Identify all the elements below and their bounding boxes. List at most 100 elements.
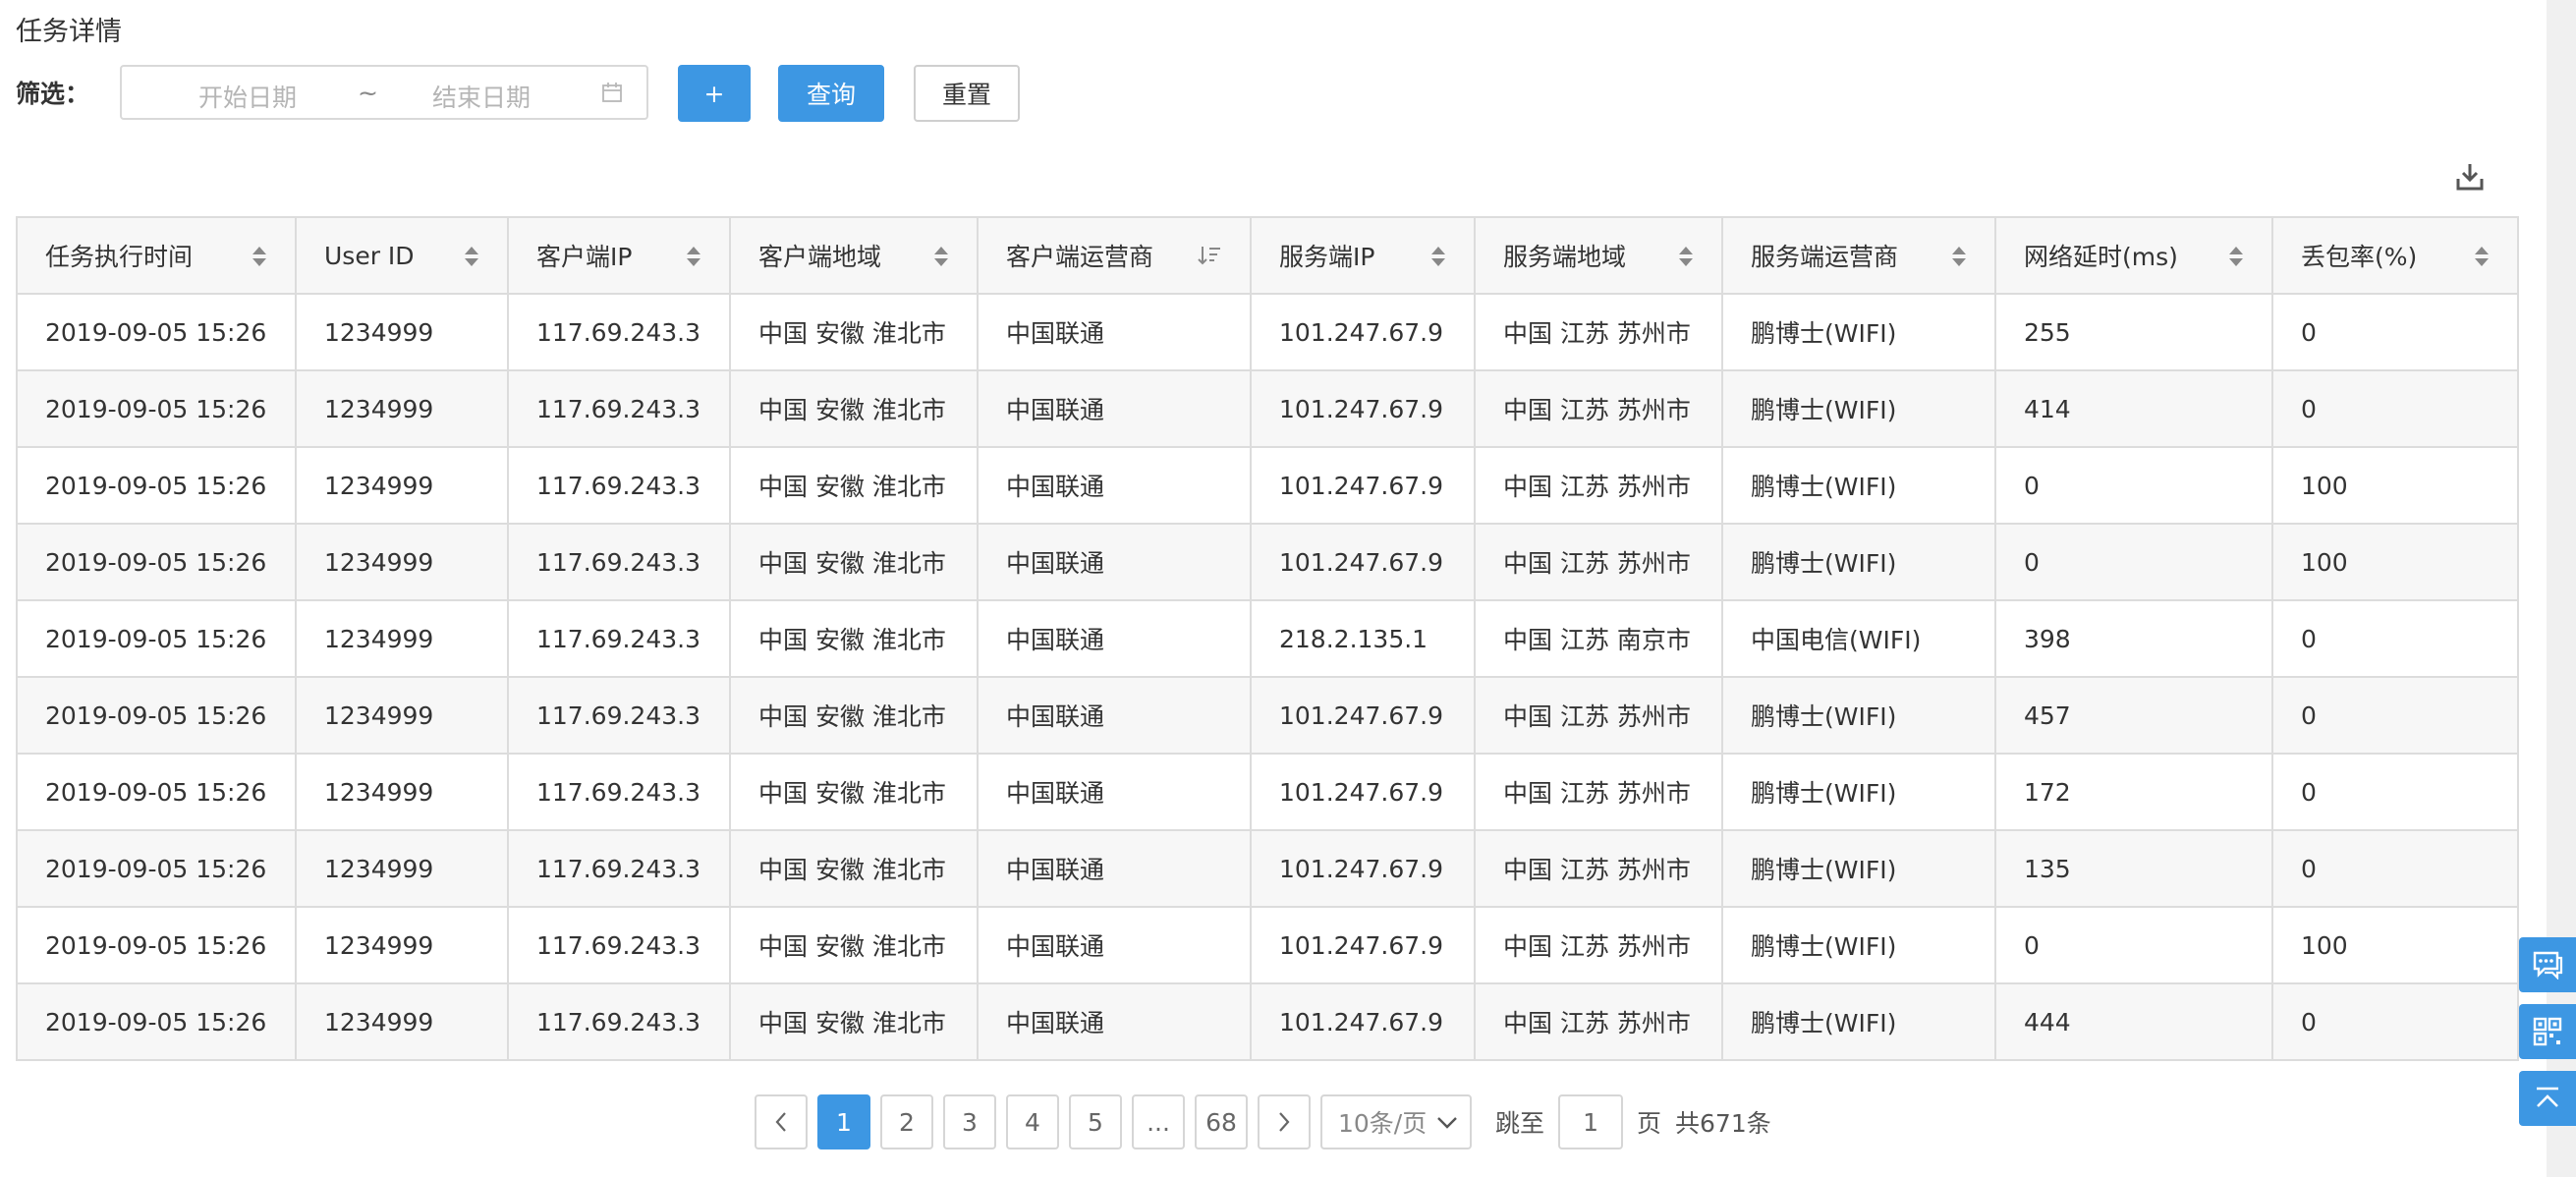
- back-to-top-button[interactable]: [2519, 1071, 2576, 1126]
- table-cell: 117.69.243.3: [507, 906, 731, 984]
- sort-icon[interactable]: [464, 246, 479, 267]
- table-row: 2019-09-05 15:26 1234999 117.69.243.3 中国 安徽…: [16, 523, 2519, 601]
- column-header[interactable]: 网络延时(ms): [1994, 216, 2273, 295]
- table-cell: 中国 江苏 苏州市: [1474, 446, 1723, 525]
- page-button[interactable]: 68: [1195, 1094, 1248, 1149]
- sort-icon[interactable]: [2474, 246, 2490, 267]
- column-header-label: User ID: [324, 241, 415, 270]
- table-cell: 101.247.67.9: [1250, 982, 1476, 1061]
- table-cell: 172: [1994, 753, 2273, 831]
- page-title: 任务详情: [16, 17, 122, 47]
- end-date-input[interactable]: 结束日期: [432, 79, 531, 114]
- sort-icon[interactable]: [1678, 246, 1694, 267]
- add-button[interactable]: +: [678, 65, 751, 122]
- page-button[interactable]: 1: [817, 1094, 870, 1149]
- date-range-picker[interactable]: 开始日期 ~ 结束日期: [120, 65, 648, 120]
- table-cell: 中国联通: [977, 906, 1252, 984]
- download-icon[interactable]: [2454, 161, 2486, 193]
- table-cell: 中国 江苏 南京市: [1474, 599, 1723, 678]
- table-cell: 1234999: [295, 446, 509, 525]
- page-button[interactable]: 3: [943, 1094, 996, 1149]
- page-button[interactable]: 4: [1006, 1094, 1059, 1149]
- table-cell: 117.69.243.3: [507, 753, 731, 831]
- table-cell: 0: [2271, 599, 2519, 678]
- table-cell: 0: [2271, 369, 2519, 448]
- table-cell: 鹏博士(WIFI): [1721, 829, 1996, 908]
- table-cell: 中国 安徽 淮北市: [729, 369, 979, 448]
- table-cell: 0: [2271, 293, 2519, 371]
- sort-icon[interactable]: [2228, 246, 2244, 267]
- query-button[interactable]: 查询: [778, 65, 884, 122]
- table-cell: 101.247.67.9: [1250, 676, 1476, 755]
- table-row: 2019-09-05 15:26 1234999 117.69.243.3 中国 安徽…: [16, 906, 2519, 984]
- table-cell: 中国联通: [977, 829, 1252, 908]
- next-page-button[interactable]: [1258, 1094, 1311, 1149]
- table-cell: 2019-09-05 15:26: [16, 753, 297, 831]
- sort-icon[interactable]: [933, 246, 949, 267]
- table-cell: 中国联通: [977, 369, 1252, 448]
- column-header[interactable]: 任务执行时间: [16, 216, 297, 295]
- table-cell: 中国 江苏 苏州市: [1474, 906, 1723, 984]
- table-row: 2019-09-05 15:26 1234999 117.69.243.3 中国 安徽…: [16, 829, 2519, 908]
- table-cell: 中国电信(WIFI): [1721, 599, 1996, 678]
- table-cell: 中国 江苏 苏州市: [1474, 523, 1723, 601]
- sort-descending-icon[interactable]: [1197, 245, 1222, 266]
- table-cell: 0: [1994, 906, 2273, 984]
- column-header[interactable]: 客户端IP: [507, 216, 731, 295]
- column-header[interactable]: User ID: [295, 216, 509, 295]
- sort-icon[interactable]: [252, 246, 267, 267]
- table-row: 2019-09-05 15:26 1234999 117.69.243.3 中国 安徽…: [16, 446, 2519, 525]
- table-cell: 中国 安徽 淮北市: [729, 753, 979, 831]
- table-cell: 444: [1994, 982, 2273, 1061]
- table-cell: 1234999: [295, 676, 509, 755]
- column-header[interactable]: 客户端运营商: [977, 216, 1252, 295]
- sort-icon[interactable]: [686, 246, 701, 267]
- table-row: 2019-09-05 15:26 1234999 117.69.243.3 中国 安徽…: [16, 676, 2519, 755]
- table-row: 2019-09-05 15:26 1234999 117.69.243.3 中国 安徽…: [16, 982, 2519, 1061]
- column-header[interactable]: 丢包率(%): [2271, 216, 2519, 295]
- table-cell: 鹏博士(WIFI): [1721, 982, 1996, 1061]
- table-cell: 鹏博士(WIFI): [1721, 523, 1996, 601]
- table-cell: 100: [2271, 523, 2519, 601]
- table-body: 2019-09-05 15:26 1234999 117.69.243.3 中国 安徽…: [16, 293, 2519, 1061]
- table-row: 2019-09-05 15:26 1234999 117.69.243.3 中国 安徽…: [16, 753, 2519, 831]
- page-size-select[interactable]: 10条/页: [1320, 1094, 1472, 1149]
- column-header[interactable]: 服务端运营商: [1721, 216, 1996, 295]
- qrcode-button[interactable]: [2519, 1004, 2576, 1059]
- page-button[interactable]: 5: [1069, 1094, 1122, 1149]
- table-cell: 1234999: [295, 829, 509, 908]
- table-cell: 鹏博士(WIFI): [1721, 369, 1996, 448]
- table-cell: 中国 安徽 淮北市: [729, 446, 979, 525]
- column-header[interactable]: 服务端地域: [1474, 216, 1723, 295]
- start-date-input[interactable]: 开始日期: [198, 79, 297, 114]
- reset-button[interactable]: 重置: [914, 65, 1020, 122]
- table-cell: 101.247.67.9: [1250, 829, 1476, 908]
- table-cell: 117.69.243.3: [507, 446, 731, 525]
- table-cell: 中国联通: [977, 753, 1252, 831]
- column-header-label: 服务端IP: [1279, 243, 1375, 271]
- table-cell: 117.69.243.3: [507, 369, 731, 448]
- table-cell: 中国联通: [977, 523, 1252, 601]
- pagination-ellipsis[interactable]: ...: [1132, 1094, 1185, 1149]
- table-cell: 117.69.243.3: [507, 982, 731, 1061]
- table-row: 2019-09-05 15:26 1234999 117.69.243.3 中国 安徽…: [16, 599, 2519, 678]
- table-cell: 中国联通: [977, 982, 1252, 1061]
- column-header-label: 丢包率(%): [2301, 243, 2418, 271]
- chat-button[interactable]: [2519, 937, 2576, 992]
- table-cell: 中国联通: [977, 446, 1252, 525]
- column-header[interactable]: 服务端IP: [1250, 216, 1476, 295]
- sort-icon[interactable]: [1951, 246, 1967, 267]
- table-cell: 鹏博士(WIFI): [1721, 446, 1996, 525]
- sort-icon[interactable]: [1430, 246, 1446, 267]
- table-row: 2019-09-05 15:26 1234999 117.69.243.3 中国 安徽…: [16, 293, 2519, 371]
- page-button[interactable]: 2: [880, 1094, 933, 1149]
- column-header[interactable]: 客户端地域: [729, 216, 979, 295]
- jump-page-input[interactable]: 1: [1558, 1094, 1624, 1149]
- table-cell: 鹏博士(WIFI): [1721, 753, 1996, 831]
- table-cell: 0: [2271, 676, 2519, 755]
- calendar-icon[interactable]: [601, 82, 623, 103]
- table-cell: 117.69.243.3: [507, 829, 731, 908]
- prev-page-button[interactable]: [755, 1094, 808, 1149]
- table-cell: 中国 江苏 苏州市: [1474, 753, 1723, 831]
- table-cell: 101.247.67.9: [1250, 446, 1476, 525]
